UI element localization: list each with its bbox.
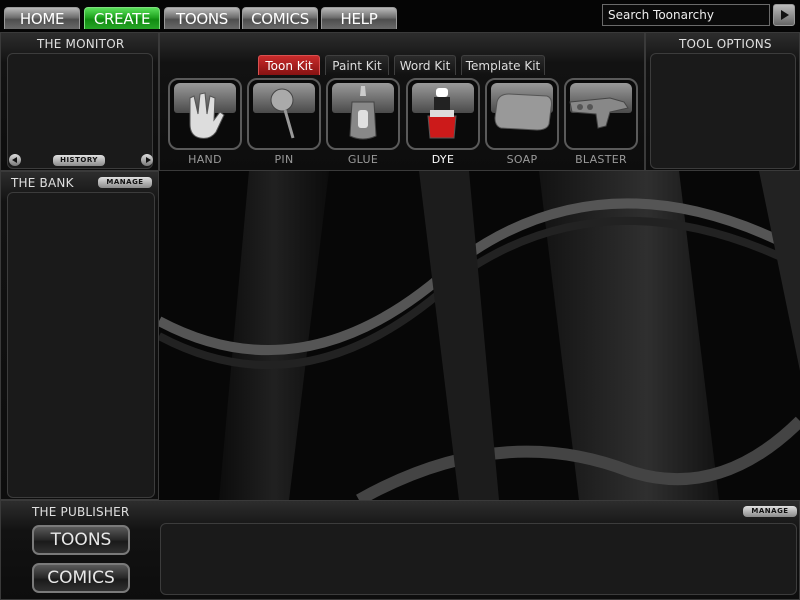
monitor-display [7, 53, 153, 169]
history-button[interactable]: HISTORY [53, 155, 105, 166]
stage-canvas[interactable] [159, 171, 800, 500]
dye-icon [427, 88, 457, 139]
monitor-panel: THE MONITOR HISTORY [0, 32, 159, 171]
tool-hand[interactable] [168, 78, 242, 150]
bank-manage-button[interactable]: MANAGE [98, 177, 152, 188]
publisher-comics-button[interactable]: COMICS [32, 563, 130, 593]
search-input[interactable]: Search Toonarchy [602, 4, 770, 26]
search-go-button[interactable] [773, 4, 795, 26]
bank-title: THE BANK [11, 176, 74, 190]
tool-soap-label: SOAP [506, 153, 538, 166]
tool-glue-label: GLUE [347, 153, 379, 166]
tool-options-panel: TOOL OPTIONS [645, 32, 800, 171]
tool-hand-label: HAND [188, 153, 222, 166]
tab-word-kit[interactable]: Word Kit [394, 55, 456, 75]
publisher-toons-button[interactable]: TOONS [32, 525, 130, 555]
stage-background [159, 171, 800, 500]
nav-tab-create[interactable]: CREATE [84, 7, 160, 29]
tool-blaster-label: BLASTER [575, 153, 627, 166]
glue-icon [349, 86, 377, 140]
blaster-icon [569, 97, 629, 129]
tool-pin[interactable] [247, 78, 321, 150]
history-next-icon[interactable] [141, 154, 153, 166]
monitor-title: THE MONITOR [37, 37, 125, 51]
history-prev-icon[interactable] [9, 154, 21, 166]
top-nav-bar: HOME CREATE TOONS COMICS HELP Search Too… [0, 0, 800, 32]
soap-icon [494, 93, 552, 131]
publisher-strip [160, 523, 797, 595]
nav-tab-home[interactable]: HOME [4, 7, 80, 29]
nav-tab-toons[interactable]: TOONS [164, 7, 240, 29]
nav-tab-comics[interactable]: COMICS [242, 7, 318, 29]
tab-paint-kit[interactable]: Paint Kit [325, 55, 389, 75]
tool-dye[interactable] [406, 78, 480, 150]
tab-toon-kit[interactable]: Toon Kit [258, 55, 320, 75]
nav-tab-help[interactable]: HELP [321, 7, 397, 29]
hand-icon [189, 92, 225, 139]
pin-icon [270, 88, 295, 139]
tool-glue[interactable] [326, 78, 400, 150]
tool-options-area [650, 53, 796, 169]
bank-panel: THE BANK MANAGE [0, 171, 159, 500]
publisher-title: THE PUBLISHER [32, 505, 130, 519]
tool-soap[interactable] [485, 78, 559, 150]
tab-template-kit[interactable]: Template Kit [461, 55, 545, 75]
tool-blaster[interactable] [564, 78, 638, 150]
tool-options-title: TOOL OPTIONS [679, 37, 772, 51]
tool-pin-label: PIN [274, 153, 294, 166]
bank-contents [7, 192, 155, 498]
tool-dye-label: DYE [431, 153, 455, 166]
publisher-manage-button[interactable]: MANAGE [743, 506, 797, 517]
